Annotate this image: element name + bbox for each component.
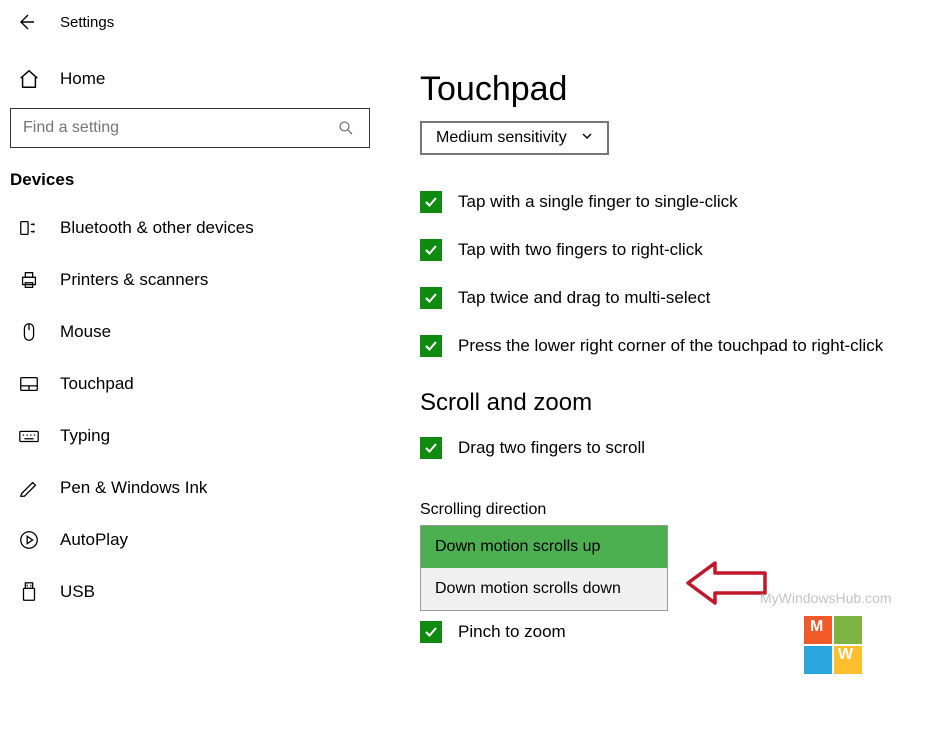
direction-option-up[interactable]: Down motion scrolls up [421, 526, 667, 568]
nav-label: Touchpad [60, 374, 134, 394]
autoplay-icon [18, 529, 40, 551]
tap-corner-right-click-row: Press the lower right corner of the touc… [420, 335, 931, 357]
tap-right-click-row: Tap with two fingers to right-click [420, 239, 931, 261]
checkbox[interactable] [420, 335, 442, 357]
sensitivity-value: Medium sensitivity [436, 129, 567, 147]
content-pane: Touchpad Medium sensitivity Tap with a s… [380, 44, 951, 740]
nav-typing[interactable]: Typing [10, 410, 370, 462]
pinch-label: Pinch to zoom [458, 622, 566, 642]
sidebar: Home Devices Bluetooth & other devices P… [0, 44, 380, 740]
drag-scroll-row: Drag two fingers to scroll [420, 437, 931, 459]
tap-multi-select-row: Tap twice and drag to multi-select [420, 287, 931, 309]
tap-label: Press the lower right corner of the touc… [458, 336, 883, 356]
nav-usb[interactable]: USB [10, 566, 370, 618]
touchpad-icon [18, 373, 40, 395]
printer-icon [18, 269, 40, 291]
nav-label: Typing [60, 426, 110, 446]
search-icon [335, 117, 357, 139]
usb-icon [18, 581, 40, 603]
scroll-label: Drag two fingers to scroll [458, 438, 645, 458]
nav-label: USB [60, 582, 95, 602]
checkbox[interactable] [420, 437, 442, 459]
scrolling-direction-dropdown[interactable]: Down motion scrolls up Down motion scrol… [420, 525, 668, 611]
nav-label: AutoPlay [60, 530, 128, 550]
nav-mouse[interactable]: Mouse [10, 306, 370, 358]
nav-label: Printers & scanners [60, 270, 208, 290]
checkbox[interactable] [420, 239, 442, 261]
back-arrow-icon [16, 12, 36, 32]
home-nav[interactable]: Home [10, 58, 370, 104]
keyboard-icon [18, 425, 40, 447]
tap-label: Tap twice and drag to multi-select [458, 288, 710, 308]
nav-label: Bluetooth & other devices [60, 218, 254, 238]
direction-option-down[interactable]: Down motion scrolls down [421, 568, 667, 610]
checkbox[interactable] [420, 287, 442, 309]
nav-pen[interactable]: Pen & Windows Ink [10, 462, 370, 514]
tap-label: Tap with two fingers to right-click [458, 240, 703, 260]
tap-single-click-row: Tap with a single finger to single-click [420, 191, 931, 213]
home-label: Home [60, 69, 105, 89]
annotation-arrow-icon [680, 558, 770, 608]
nav-autoplay[interactable]: AutoPlay [10, 514, 370, 566]
scrolling-direction-label: Scrolling direction [420, 501, 931, 519]
page-heading: Touchpad [420, 70, 931, 109]
search-input[interactable] [23, 119, 335, 137]
section-title: Devices [10, 170, 370, 202]
nav-bluetooth[interactable]: Bluetooth & other devices [10, 202, 370, 254]
chevron-down-icon [581, 129, 593, 147]
checkbox[interactable] [420, 191, 442, 213]
pen-icon [18, 477, 40, 499]
home-icon [18, 68, 40, 90]
tap-label: Tap with a single finger to single-click [458, 192, 738, 212]
back-button[interactable] [16, 12, 36, 32]
nav-touchpad[interactable]: Touchpad [10, 358, 370, 410]
search-box[interactable] [10, 108, 370, 148]
bluetooth-icon [18, 217, 40, 239]
sensitivity-dropdown[interactable]: Medium sensitivity [420, 121, 609, 155]
window-header: Settings [0, 0, 951, 44]
nav-printers[interactable]: Printers & scanners [10, 254, 370, 306]
window-title: Settings [60, 14, 114, 31]
watermark-text: MyWindowsHub.com [760, 590, 891, 606]
mouse-icon [18, 321, 40, 343]
windows-logo-icon: M W [804, 616, 864, 676]
scroll-zoom-heading: Scroll and zoom [420, 389, 931, 417]
nav-label: Mouse [60, 322, 111, 342]
checkbox[interactable] [420, 621, 442, 643]
nav-label: Pen & Windows Ink [60, 478, 207, 498]
